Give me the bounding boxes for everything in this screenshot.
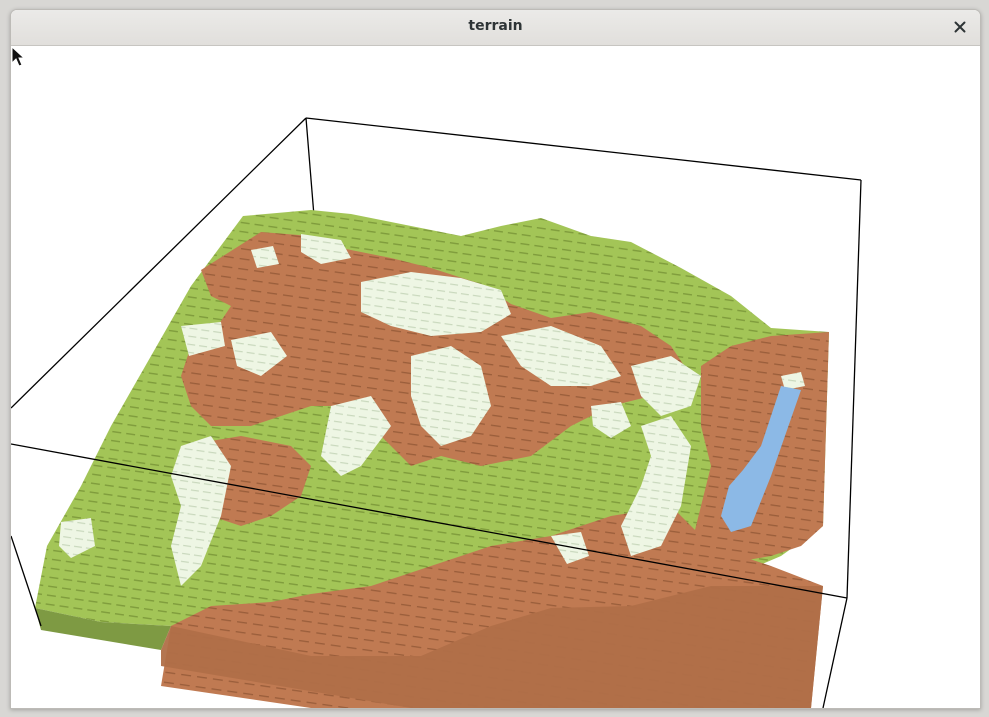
- terrain-scene: [11, 117, 862, 708]
- close-icon: [954, 21, 966, 33]
- close-button[interactable]: [948, 15, 972, 39]
- terrain-viewport[interactable]: [11, 46, 980, 708]
- app-window: terrain: [10, 9, 981, 709]
- mouse-pointer-icon: [11, 46, 26, 67]
- window-title: terrain: [468, 18, 523, 34]
- titlebar[interactable]: terrain: [11, 10, 980, 46]
